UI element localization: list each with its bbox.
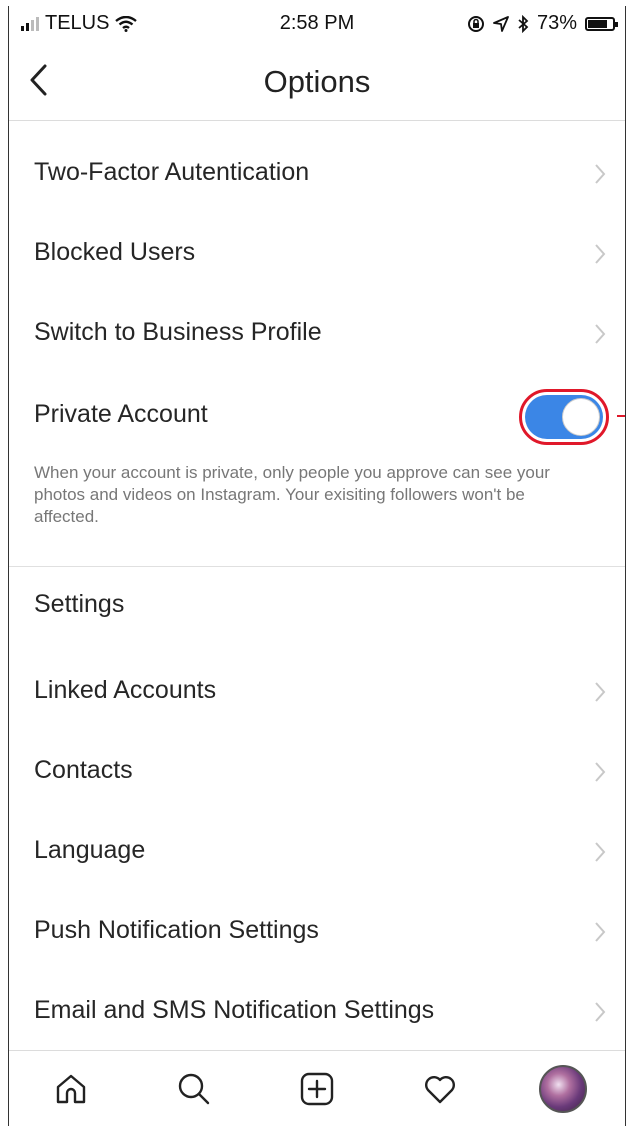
row-label: Private Account: [34, 400, 208, 428]
search-icon: [178, 1073, 209, 1105]
tab-activity[interactable]: [410, 1059, 470, 1119]
phone-screen: TELUS 2:58 PM 73% Options Two-Factor Aut…: [8, 6, 626, 1126]
private-account-toggle[interactable]: [519, 389, 609, 445]
row-label: Two-Factor Autentication: [34, 158, 310, 186]
row-label: Switch to Business Profile: [34, 318, 322, 346]
bluetooth-icon: [518, 14, 529, 33]
chevron-right-icon: [595, 922, 606, 942]
chevron-right-icon: [595, 762, 606, 782]
row-label: Email and SMS Notification Settings: [34, 996, 435, 1024]
row-label: Blocked Users: [34, 238, 196, 266]
row-push-notification-settings[interactable]: Push Notification Settings: [9, 902, 625, 962]
row-two-factor-authentication[interactable]: Two-Factor Autentication: [9, 144, 625, 204]
row-private-account: Private Account: [9, 384, 625, 450]
highlight-pointer: [617, 415, 625, 417]
home-icon: [56, 1074, 85, 1104]
chevron-right-icon: [595, 1002, 606, 1022]
tab-new-post[interactable]: [287, 1059, 347, 1119]
moon-icon: [448, 16, 456, 31]
row-language[interactable]: Language: [9, 822, 625, 882]
tab-bar: [9, 1050, 625, 1127]
row-switch-to-business-profile[interactable]: Switch to Business Profile: [9, 304, 625, 364]
chevron-right-icon: [595, 682, 606, 702]
row-label: Language: [34, 836, 146, 864]
chevron-right-icon: [595, 842, 606, 862]
chevron-right-icon: [595, 324, 606, 344]
rotation-lock-icon: [467, 15, 484, 32]
tab-home[interactable]: [41, 1059, 101, 1119]
chevron-right-icon: [595, 244, 606, 264]
activity-heart-icon: [425, 1076, 456, 1104]
toggle-knob: [562, 398, 600, 436]
row-label: Linked Accounts: [34, 676, 217, 704]
section-divider: [9, 566, 625, 567]
row-email-sms-notification-settings[interactable]: Email and SMS Notification Settings: [9, 982, 625, 1042]
tab-profile[interactable]: [533, 1059, 593, 1119]
battery-percent: 73%: [536, 12, 577, 34]
private-account-description: When your account is private, only peopl…: [34, 463, 550, 526]
row-blocked-users[interactable]: Blocked Users: [9, 224, 625, 284]
chevron-right-icon: [595, 164, 606, 184]
row-label: Push Notification Settings: [34, 916, 319, 944]
battery-icon: [585, 16, 618, 31]
tab-search[interactable]: [164, 1059, 224, 1119]
profile-avatar: [539, 1065, 588, 1113]
settings-section-title: Settings: [34, 590, 125, 618]
nav-bar: Options: [9, 42, 625, 121]
toggle-track: [525, 395, 603, 439]
status-bar: TELUS 2:58 PM 73%: [9, 6, 625, 40]
row-contacts[interactable]: Contacts: [9, 742, 625, 802]
add-post-icon: [300, 1072, 334, 1106]
row-linked-accounts[interactable]: Linked Accounts: [9, 662, 625, 722]
page-title: Options: [263, 64, 371, 99]
location-icon: [493, 15, 509, 32]
row-label: Contacts: [34, 756, 133, 784]
status-right: 73%: [447, 12, 618, 35]
